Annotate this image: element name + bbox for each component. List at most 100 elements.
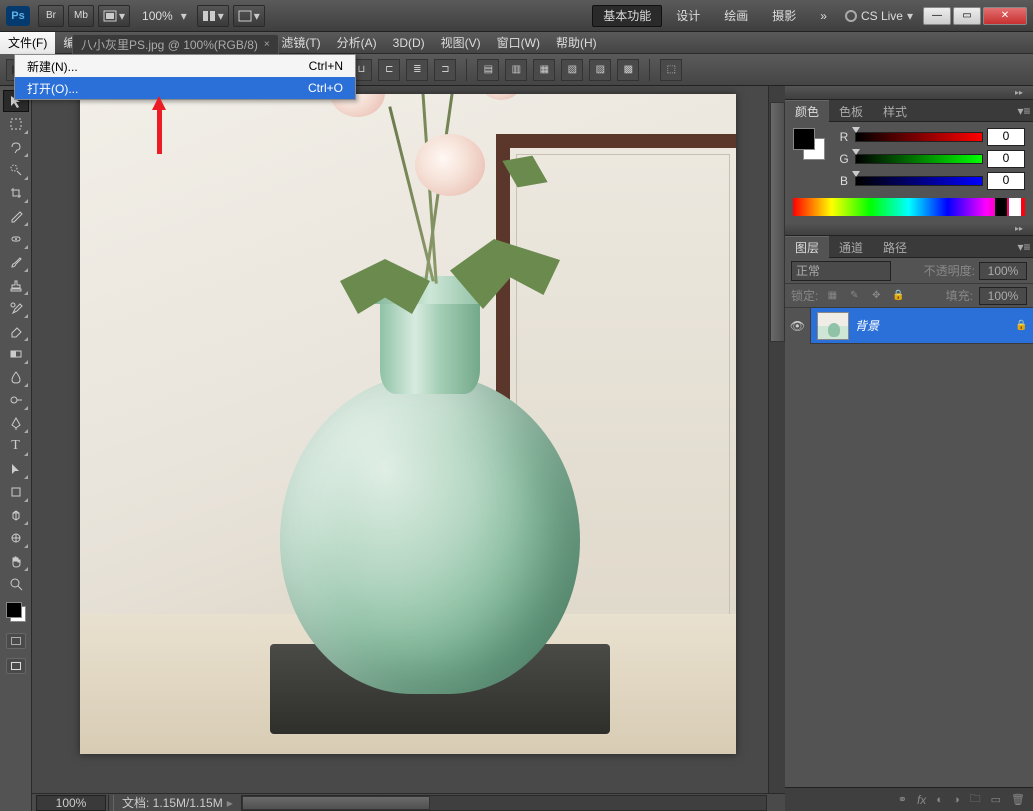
menu-new[interactable]: 新建(N)... Ctrl+N bbox=[15, 55, 355, 77]
path-select-tool[interactable] bbox=[3, 458, 29, 480]
bridge-button[interactable]: Br bbox=[38, 5, 64, 27]
new-layer-icon[interactable]: ▭ bbox=[991, 793, 1001, 806]
tab-paths[interactable]: 路径 bbox=[873, 236, 917, 258]
workspace-more[interactable]: » bbox=[810, 5, 837, 27]
tab-styles[interactable]: 样式 bbox=[873, 100, 917, 122]
layer-fx-icon[interactable]: fx bbox=[917, 793, 926, 807]
arrange-docs-button[interactable]: ▾ bbox=[197, 5, 229, 27]
horizontal-scrollbar[interactable] bbox=[241, 795, 767, 811]
history-brush-tool[interactable] bbox=[3, 297, 29, 319]
hand-tool[interactable] bbox=[3, 550, 29, 572]
b-input[interactable]: 0 bbox=[987, 172, 1025, 190]
fill-input[interactable]: 100% bbox=[979, 287, 1027, 305]
vertical-scrollbar[interactable] bbox=[768, 86, 785, 793]
menu-file[interactable]: 文件(F) bbox=[0, 32, 55, 54]
3d-camera-tool[interactable] bbox=[3, 527, 29, 549]
workspace-design[interactable]: 设计 bbox=[666, 5, 710, 27]
dodge-tool[interactable] bbox=[3, 389, 29, 411]
eraser-tool[interactable] bbox=[3, 320, 29, 342]
workspace-basic[interactable]: 基本功能 bbox=[592, 5, 662, 27]
dist-top-icon[interactable]: ▤ bbox=[477, 59, 499, 81]
quick-select-tool[interactable] bbox=[3, 159, 29, 181]
tab-color[interactable]: 颜色 bbox=[785, 100, 829, 122]
r-input[interactable]: 0 bbox=[987, 128, 1025, 146]
doc-info-arrow-icon[interactable]: ▸ bbox=[227, 796, 233, 810]
tab-swatches[interactable]: 色板 bbox=[829, 100, 873, 122]
dist-bottom-icon[interactable]: ▦ bbox=[533, 59, 555, 81]
layer-name[interactable]: 背景 bbox=[855, 317, 1015, 334]
link-layers-icon[interactable]: ⚭ bbox=[898, 793, 907, 806]
foreground-background-swatch[interactable] bbox=[6, 602, 26, 622]
layer-item-background[interactable]: 👁 背景 🔒 bbox=[785, 308, 1033, 344]
menu-filter[interactable]: 滤镜(T) bbox=[273, 32, 328, 54]
dist-hcenter-icon[interactable]: ▨ bbox=[589, 59, 611, 81]
canvas[interactable] bbox=[80, 94, 736, 754]
view-extras-button[interactable]: ▾ bbox=[98, 5, 130, 27]
menu-open[interactable]: 打开(O)... Ctrl+O bbox=[15, 77, 355, 99]
menu-view[interactable]: 视图(V) bbox=[433, 32, 489, 54]
layer-mask-icon[interactable]: ◐ bbox=[936, 794, 943, 806]
zoom-level[interactable]: 100% bbox=[142, 9, 173, 23]
menu-window[interactable]: 窗口(W) bbox=[489, 32, 548, 54]
document-tab[interactable]: 八小灰里PS.jpg @ 100%(RGB/8) × bbox=[72, 34, 279, 54]
horizontal-scrollbar-thumb[interactable] bbox=[242, 796, 431, 810]
auto-align-icon[interactable]: ⬚ bbox=[660, 59, 682, 81]
healing-tool[interactable] bbox=[3, 228, 29, 250]
collapse-icon-2[interactable]: ▸▸ bbox=[1015, 224, 1029, 234]
eyedropper-tool[interactable] bbox=[3, 205, 29, 227]
zoom-input[interactable]: 100% bbox=[36, 795, 106, 811]
delete-layer-icon[interactable]: 🗑 bbox=[1011, 793, 1025, 806]
lock-pixels-icon[interactable]: ✎ bbox=[846, 288, 862, 304]
close-button[interactable]: ✕ bbox=[983, 7, 1027, 25]
layers-panel-menu-icon[interactable]: ▾≡ bbox=[1015, 236, 1033, 257]
lock-position-icon[interactable]: ✥ bbox=[868, 288, 884, 304]
type-tool[interactable]: T bbox=[3, 435, 29, 457]
g-slider[interactable] bbox=[855, 154, 983, 164]
color-panel-menu-icon[interactable]: ▾≡ bbox=[1015, 100, 1033, 121]
panel-swatch[interactable] bbox=[793, 128, 825, 160]
quickmask-button[interactable] bbox=[6, 633, 26, 649]
lock-all-icon[interactable]: 🔒 bbox=[890, 288, 906, 304]
canvas-viewport[interactable] bbox=[32, 86, 785, 793]
panel-fg-swatch[interactable] bbox=[793, 128, 815, 150]
visibility-eye-icon[interactable]: 👁 bbox=[785, 308, 811, 344]
b-slider[interactable] bbox=[855, 176, 983, 186]
document-tab-close[interactable]: × bbox=[264, 39, 270, 50]
collapse-icon[interactable]: ▸▸ bbox=[1015, 88, 1029, 98]
pen-tool[interactable] bbox=[3, 412, 29, 434]
g-input[interactable]: 0 bbox=[987, 150, 1025, 168]
maximize-button[interactable]: ▭ bbox=[953, 7, 981, 25]
blur-tool[interactable] bbox=[3, 366, 29, 388]
vertical-scrollbar-thumb[interactable] bbox=[770, 102, 785, 342]
menu-help[interactable]: 帮助(H) bbox=[548, 32, 605, 54]
zoom-tool[interactable] bbox=[3, 573, 29, 595]
align-right-icon[interactable]: ⊐ bbox=[434, 59, 456, 81]
blend-mode-select[interactable]: 正常 bbox=[791, 261, 891, 281]
gradient-tool[interactable] bbox=[3, 343, 29, 365]
menu-analysis[interactable]: 分析(A) bbox=[329, 32, 385, 54]
r-slider[interactable] bbox=[855, 132, 983, 142]
minimize-button[interactable]: — bbox=[923, 7, 951, 25]
dist-right-icon[interactable]: ▩ bbox=[617, 59, 639, 81]
workspace-paint[interactable]: 绘画 bbox=[714, 5, 758, 27]
tab-channels[interactable]: 通道 bbox=[829, 236, 873, 258]
layer-thumbnail[interactable] bbox=[817, 312, 849, 340]
cslive-button[interactable]: CS Live▾ bbox=[845, 9, 913, 23]
crop-tool[interactable] bbox=[3, 182, 29, 204]
3d-tool[interactable] bbox=[3, 504, 29, 526]
brush-tool[interactable] bbox=[3, 251, 29, 273]
lock-transparency-icon[interactable]: ▦ bbox=[824, 288, 840, 304]
layer-group-icon[interactable]: 🗀 bbox=[970, 790, 981, 809]
foreground-color[interactable] bbox=[6, 602, 22, 618]
stamp-tool[interactable] bbox=[3, 274, 29, 296]
dist-left-icon[interactable]: ▧ bbox=[561, 59, 583, 81]
screen-mode-button[interactable]: ▾ bbox=[233, 5, 265, 27]
tab-layers[interactable]: 图层 bbox=[785, 236, 829, 258]
marquee-tool[interactable] bbox=[3, 113, 29, 135]
opacity-input[interactable]: 100% bbox=[979, 262, 1027, 280]
menu-3d[interactable]: 3D(D) bbox=[385, 32, 433, 54]
align-left-icon[interactable]: ⊏ bbox=[378, 59, 400, 81]
adjustment-layer-icon[interactable]: ◑ bbox=[953, 794, 960, 806]
minibridge-button[interactable]: Mb bbox=[68, 5, 94, 27]
lasso-tool[interactable] bbox=[3, 136, 29, 158]
